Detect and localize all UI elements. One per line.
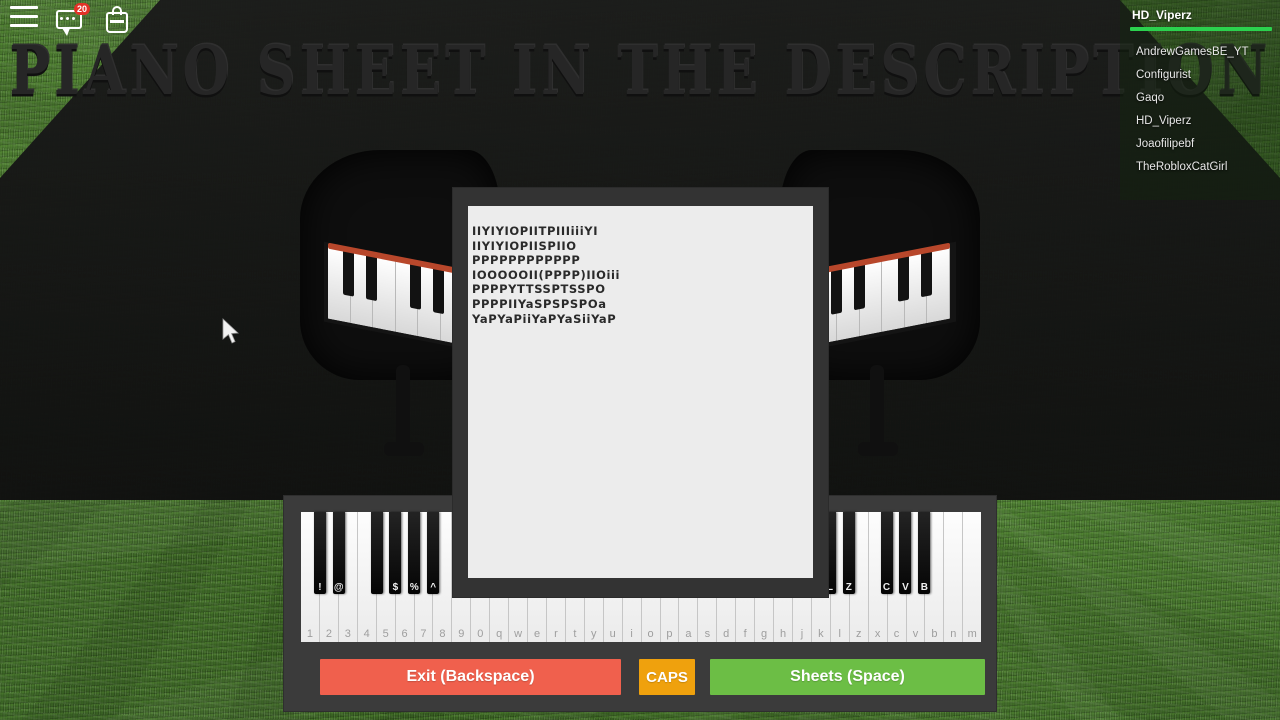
- player-list-item[interactable]: Configurist: [1120, 64, 1280, 87]
- white-key-label: o: [647, 628, 654, 640]
- black-key[interactable]: Z: [842, 512, 855, 594]
- black-key[interactable]: V: [899, 512, 912, 594]
- white-key-label: n: [950, 628, 957, 640]
- white-key-label: d: [723, 628, 730, 640]
- local-player-name: HD_Viperz: [1132, 8, 1192, 22]
- white-key-label: 5: [382, 628, 389, 640]
- white-key-label: z: [855, 628, 862, 640]
- player-list-item[interactable]: TheRobloxCatGirl: [1120, 156, 1280, 179]
- chat-dot-1: [60, 17, 63, 20]
- sheet-panel[interactable]: IIYIYIOPIITPIIIiiiYI IIYIYIOPIISPIIO PPP…: [453, 188, 828, 597]
- player-list-item[interactable]: Joaofilipebf: [1120, 133, 1280, 156]
- black-key[interactable]: %: [408, 512, 421, 594]
- backpack-icon[interactable]: [106, 6, 130, 34]
- white-key-label: e: [533, 628, 541, 640]
- piano-leg-right-2: [858, 442, 898, 456]
- white-key-label: 7: [420, 628, 427, 640]
- white-key-label: 6: [401, 628, 408, 640]
- black-key-label: @: [333, 582, 344, 593]
- player-list-rows: AndrewGamesBE_YT Configurist Gaqo HD_Viperz…: [1120, 41, 1280, 179]
- player-list: HD_Viperz AndrewGamesBE_YT Configurist Gaq…: [1120, 0, 1280, 200]
- white-key-label: 8: [439, 628, 446, 640]
- white-key-label: v: [912, 628, 919, 640]
- white-key-label: s: [704, 628, 711, 640]
- white-key-label: i: [630, 628, 633, 640]
- white-key-label: 4: [363, 628, 370, 640]
- menu-line-2: [10, 15, 38, 18]
- health-bar: [1130, 27, 1272, 31]
- caps-button[interactable]: CAPS: [639, 659, 695, 695]
- white-key-label: p: [666, 628, 673, 640]
- black-key-label: Z: [845, 582, 852, 593]
- chat-dot-2: [66, 17, 69, 20]
- white-key-label: m: [967, 628, 977, 640]
- white-key-label: w: [514, 628, 523, 640]
- white-key-label: b: [931, 628, 938, 640]
- menu-line-3: [10, 24, 38, 27]
- black-key-label: %: [409, 582, 419, 593]
- sheet-note-text: IIYIYIOPIITPIIIiiiYI IIYIYIOPIISPIIO PPP…: [472, 224, 621, 326]
- player-list-item[interactable]: HD_Viperz: [1120, 110, 1280, 133]
- black-key-label: B: [920, 582, 928, 593]
- white-key-label: r: [554, 628, 558, 640]
- chat-unread-badge: 20: [74, 3, 91, 15]
- black-key[interactable]: [370, 512, 383, 594]
- sheet-paper[interactable]: IIYIYIOPIITPIIIiiiYI IIYIYIOPIISPIIO PPP…: [468, 206, 813, 578]
- white-key-label: j: [800, 628, 804, 640]
- white-key-label: y: [591, 628, 597, 640]
- white-key-label: g: [761, 628, 768, 640]
- black-key-label: V: [902, 582, 909, 593]
- white-key-label: c: [893, 628, 900, 640]
- white-key-label: q: [496, 628, 503, 640]
- white-key-label: h: [779, 628, 787, 640]
- player-list-item[interactable]: Gaqo: [1120, 87, 1280, 110]
- white-key-label: t: [573, 628, 577, 640]
- white-key-label: 0: [477, 628, 484, 640]
- exit-button[interactable]: Exit (Backspace): [320, 659, 621, 695]
- white-key-label: 1: [306, 628, 314, 640]
- piano-action-buttons: Exit (Backspace) CAPS Sheets (Space): [301, 659, 985, 695]
- white-key-label: k: [818, 628, 824, 640]
- white-key-label: l: [838, 628, 841, 640]
- black-key-label: $: [392, 582, 399, 593]
- sheets-button[interactable]: Sheets (Space): [710, 659, 985, 695]
- white-key-label: f: [743, 628, 747, 640]
- black-key-label: ^: [430, 582, 437, 593]
- white-key-label: 3: [344, 628, 351, 640]
- chat-dots: [60, 17, 75, 20]
- black-key-label: C: [882, 582, 891, 593]
- black-key[interactable]: @: [332, 512, 345, 594]
- black-key[interactable]: B: [918, 512, 931, 594]
- black-key-label: !: [318, 582, 322, 593]
- white-key-label: a: [685, 628, 692, 640]
- black-key[interactable]: C: [880, 512, 893, 594]
- black-key[interactable]: $: [389, 512, 402, 594]
- roblox-topbar: 20: [0, 0, 200, 42]
- white-key-label: u: [609, 628, 616, 640]
- white-key-label: 9: [458, 628, 465, 640]
- white-key-label: 2: [325, 628, 332, 640]
- black-key[interactable]: ^: [427, 512, 440, 594]
- piano-leg-left-2: [384, 442, 424, 456]
- hamburger-menu-icon[interactable]: [10, 6, 38, 30]
- menu-line-1: [10, 6, 38, 9]
- backpack-flap: [110, 20, 124, 23]
- white-key-label: x: [874, 628, 881, 640]
- chat-dot-3: [72, 17, 75, 20]
- chat-bubble-icon[interactable]: 20: [56, 3, 91, 36]
- player-list-item[interactable]: AndrewGamesBE_YT: [1120, 41, 1280, 64]
- mouse-cursor: [222, 318, 239, 344]
- black-key[interactable]: !: [313, 512, 326, 594]
- banner-title: PIANO SHEET IN THE DESCRIPTION: [9, 30, 1271, 110]
